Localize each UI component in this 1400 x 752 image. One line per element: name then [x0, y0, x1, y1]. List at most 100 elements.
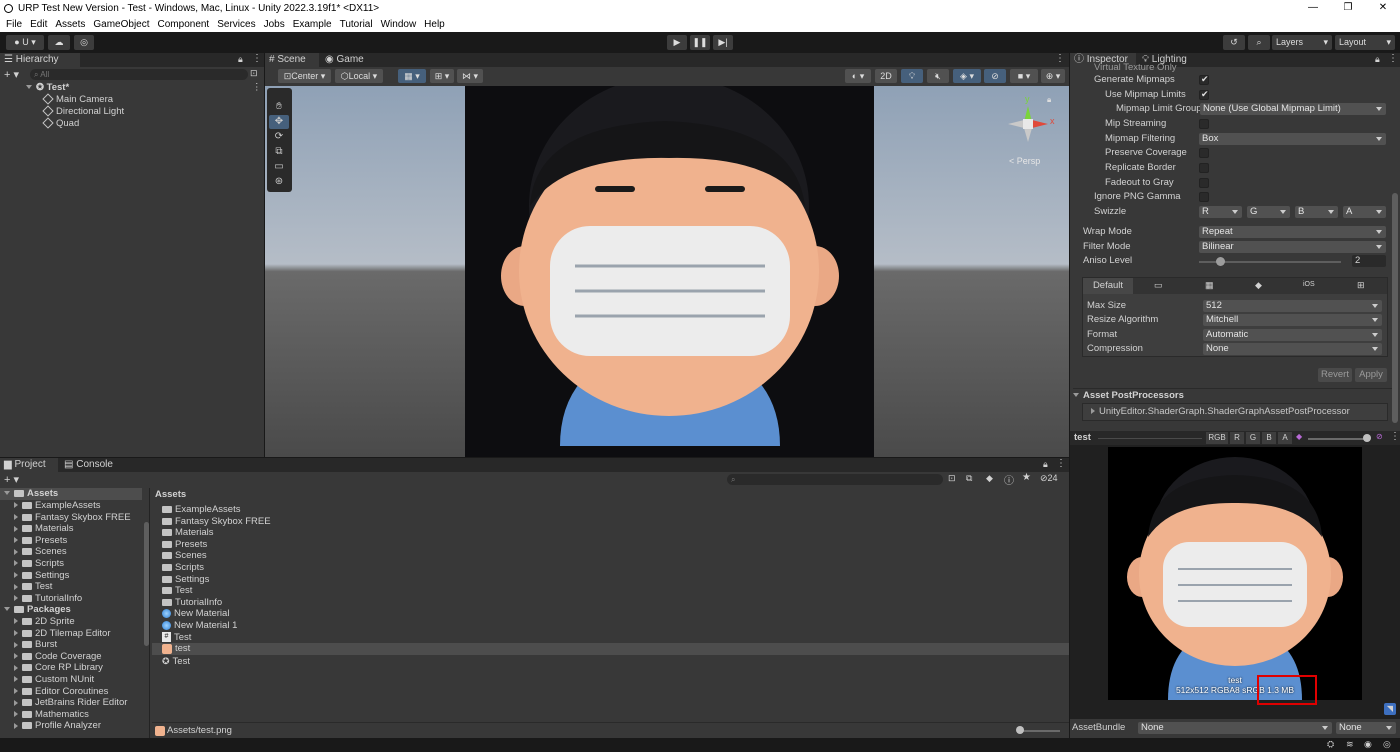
- maximize-icon[interactable]: ❐: [1331, 0, 1365, 16]
- compression-dropdown[interactable]: None: [1203, 343, 1382, 355]
- grid-visibility-button[interactable]: ⊞ ▾: [430, 69, 454, 83]
- panel-menu-icon[interactable]: ⋮: [1056, 458, 1066, 469]
- scale-tool-icon[interactable]: ⧉: [269, 145, 289, 159]
- tree-folder-item[interactable]: Scenes: [14, 546, 67, 558]
- file-list-item[interactable]: Scripts: [162, 562, 204, 574]
- swizzle-b-dropdown[interactable]: B: [1295, 206, 1338, 218]
- tree-package-item[interactable]: Editor Coroutines: [14, 686, 108, 698]
- hierarchy-item-directional-light[interactable]: Directional Light: [42, 105, 124, 118]
- menu-window[interactable]: Window: [381, 19, 417, 30]
- menu-tutorial[interactable]: Tutorial: [340, 19, 373, 30]
- layout-dropdown[interactable]: Layout ▾: [1335, 35, 1395, 50]
- asset-postprocessors-header[interactable]: Asset PostProcessors: [1073, 388, 1393, 402]
- ignore-png-gamma-checkbox[interactable]: [1199, 192, 1209, 202]
- tab-platform-default[interactable]: Default: [1083, 278, 1133, 294]
- panel-menu-icon[interactable]: ⋮: [252, 53, 262, 64]
- hidden-objects-button[interactable]: ⊘: [984, 69, 1006, 83]
- gizmos-dropdown[interactable]: ⊕ ▾: [1041, 69, 1065, 83]
- hierarchy-search-input[interactable]: ⌕ All: [30, 69, 248, 80]
- cache-icon[interactable]: ≋: [1346, 739, 1354, 750]
- menu-component[interactable]: Component: [158, 19, 210, 30]
- tree-package-item[interactable]: Profile Analyzer: [14, 720, 101, 732]
- apply-button[interactable]: Apply: [1355, 368, 1387, 382]
- lock-icon[interactable]: 🔒︎: [1043, 459, 1048, 470]
- space-local-dropdown[interactable]: ⬡Local ▾: [335, 69, 383, 83]
- step-button[interactable]: ▶|: [713, 35, 733, 50]
- replicate-border-checkbox[interactable]: [1199, 163, 1209, 173]
- postprocessor-item[interactable]: UnityEditor.ShaderGraph.ShaderGraphAsset…: [1091, 405, 1350, 419]
- minimize-icon[interactable]: —: [1296, 0, 1330, 16]
- close-icon[interactable]: ✕: [1366, 0, 1400, 16]
- tree-package-item[interactable]: Core RP Library: [14, 662, 103, 674]
- tree-folder-item[interactable]: Presets: [14, 535, 67, 547]
- info-filter-icon[interactable]: ⓘ: [1004, 472, 1014, 487]
- camera-settings-dropdown[interactable]: ■ ▾: [1010, 69, 1038, 83]
- file-list-item[interactable]: ✪ Test: [162, 655, 190, 667]
- wrap-mode-dropdown[interactable]: Repeat: [1199, 226, 1386, 238]
- tag-filter-icon[interactable]: ◆: [986, 473, 993, 484]
- file-list-item[interactable]: # Test: [162, 632, 191, 644]
- file-list-item[interactable]: Scenes: [162, 550, 207, 562]
- channel-rgb-button[interactable]: RGB: [1206, 432, 1228, 444]
- tree-package-item[interactable]: JetBrains Rider Editor: [14, 697, 127, 709]
- windows-icon[interactable]: ⊞: [1357, 280, 1365, 291]
- tab-project[interactable]: ▆ Project: [0, 458, 58, 472]
- file-list-item[interactable]: New Material: [162, 608, 229, 620]
- tree-package-item[interactable]: 2D Tilemap Editor: [14, 628, 111, 640]
- tree-assets-root[interactable]: Assets: [0, 488, 142, 500]
- cloud-button[interactable]: ☁: [48, 35, 70, 50]
- pivot-center-dropdown[interactable]: ⊡Center ▾: [278, 69, 331, 83]
- use-mipmap-limits-checkbox[interactable]: [1199, 89, 1209, 100]
- hierarchy-item-quad[interactable]: Quad: [42, 117, 79, 130]
- file-list-item[interactable]: Test: [162, 585, 192, 597]
- resize-algorithm-dropdown[interactable]: Mitchell: [1203, 314, 1382, 326]
- perspective-label[interactable]: < Persp: [1009, 156, 1040, 166]
- tree-package-item[interactable]: Custom NUnit: [14, 674, 94, 686]
- audio-toggle-button[interactable]: 🔇︎: [927, 69, 949, 83]
- swizzle-a-dropdown[interactable]: A: [1343, 206, 1386, 218]
- network-icon[interactable]: ⛭: [1327, 739, 1334, 750]
- hierarchy-scene-item[interactable]: ✪ Test* ⋮: [26, 82, 264, 94]
- webgl-icon[interactable]: ▦: [1205, 280, 1214, 291]
- tab-console[interactable]: ▤ Console: [60, 458, 122, 472]
- file-list-item[interactable]: Materials: [162, 527, 214, 539]
- tree-folder-item[interactable]: Scripts: [14, 558, 64, 570]
- effects-dropdown[interactable]: ◈ ▾: [953, 69, 981, 83]
- aniso-level-slider-thumb[interactable]: [1216, 257, 1225, 266]
- icon-size-slider[interactable]: [1020, 730, 1060, 732]
- mip-icon[interactable]: ◆: [1296, 432, 1302, 441]
- increment-snap-button[interactable]: ⋈ ▾: [457, 69, 483, 83]
- max-size-dropdown[interactable]: 512: [1203, 300, 1382, 312]
- channel-r-button[interactable]: R: [1230, 432, 1244, 444]
- menu-services[interactable]: Services: [217, 19, 255, 30]
- scene-menu-icon[interactable]: ⋮: [252, 82, 262, 94]
- lighting-toggle-button[interactable]: 💡︎: [901, 69, 923, 83]
- project-add-button[interactable]: + ▾: [4, 473, 19, 486]
- fadeout-to-gray-checkbox[interactable]: [1199, 178, 1209, 188]
- rotate-tool-icon[interactable]: ⟳: [269, 130, 289, 144]
- aniso-level-input[interactable]: 2: [1352, 255, 1386, 267]
- account-button[interactable]: ● U ▾: [6, 35, 44, 50]
- tree-folder-item[interactable]: Materials: [14, 523, 74, 535]
- undo-history-button[interactable]: ↺: [1223, 35, 1245, 50]
- swizzle-g-dropdown[interactable]: G: [1247, 206, 1290, 218]
- lock-icon[interactable]: 🔒︎: [1375, 54, 1380, 65]
- panel-menu-icon[interactable]: ⋮: [1390, 431, 1400, 442]
- menu-gameobject[interactable]: GameObject: [93, 19, 149, 30]
- hierarchy-add-button[interactable]: + ▾: [4, 68, 19, 81]
- inspector-scrollbar[interactable]: [1392, 193, 1398, 423]
- ios-icon[interactable]: iOS: [1303, 281, 1315, 288]
- search-by-label-icon[interactable]: ⧉: [966, 473, 972, 484]
- mip-level-slider-thumb[interactable]: [1363, 434, 1371, 442]
- tree-package-item[interactable]: 2D Sprite: [14, 616, 75, 628]
- rect-tool-icon[interactable]: ▭: [269, 160, 289, 174]
- toggle-2d-button[interactable]: 2D: [875, 69, 897, 83]
- pause-button[interactable]: ❚❚: [690, 35, 710, 50]
- android-icon[interactable]: ◆: [1255, 280, 1262, 291]
- tree-package-item[interactable]: Burst: [14, 639, 57, 651]
- filter-mode-dropdown[interactable]: Bilinear: [1199, 241, 1386, 253]
- move-tool-icon[interactable]: ✥: [269, 115, 289, 129]
- alpha-toggle-icon[interactable]: ⊘: [1376, 432, 1383, 441]
- project-search-input[interactable]: ⌕: [727, 474, 943, 485]
- mipmap-limit-group-dropdown[interactable]: None (Use Global Mipmap Limit): [1200, 103, 1386, 115]
